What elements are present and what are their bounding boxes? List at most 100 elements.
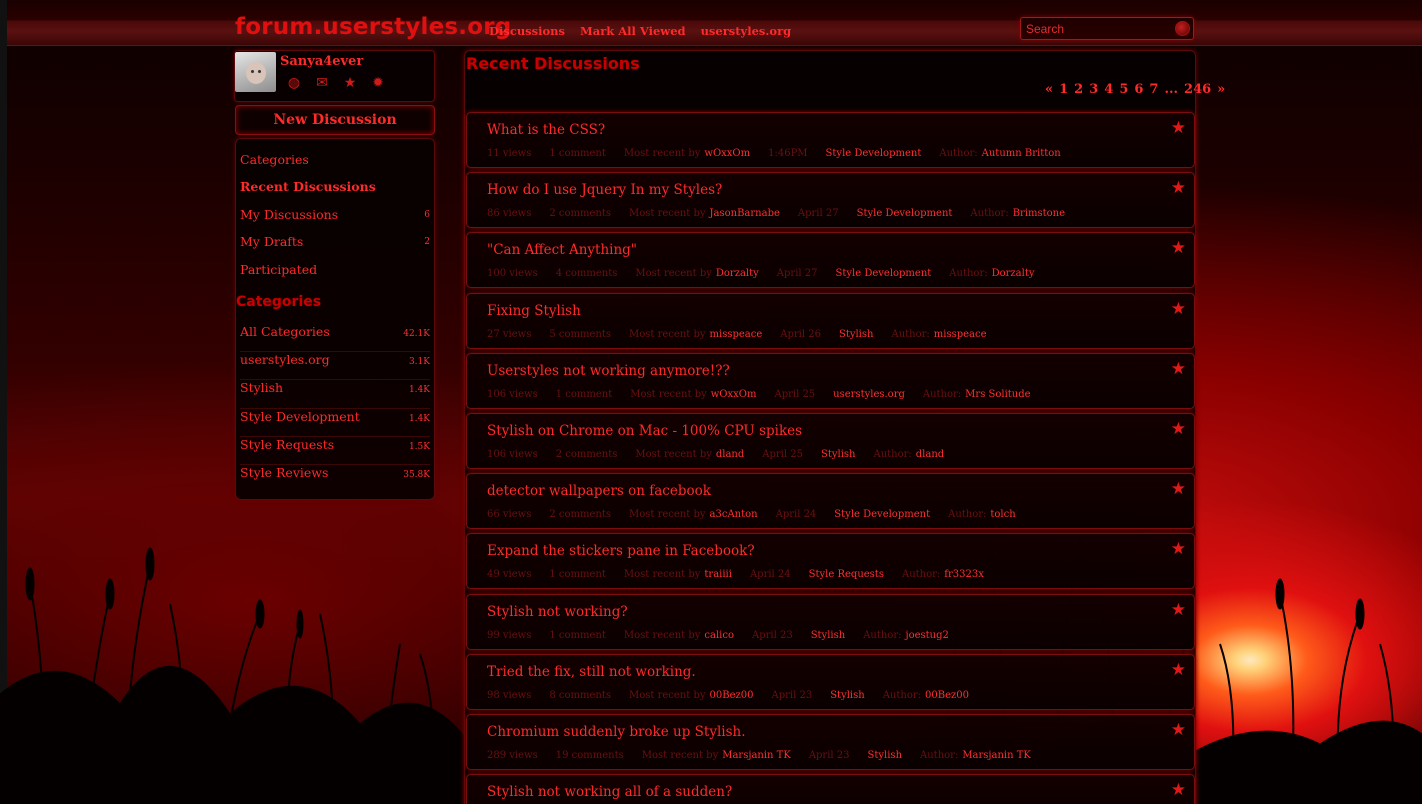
category-link[interactable]: Stylish: [839, 329, 874, 340]
nav-userstyles-link[interactable]: userstyles.org: [701, 24, 792, 38]
discussion-item[interactable]: Chromium suddenly broke up Stylish. ★ 289 …: [466, 713, 1195, 770]
site-logo[interactable]: forum.userstyles.org: [235, 14, 511, 40]
category-link[interactable]: Stylish: [868, 750, 903, 761]
author-name[interactable]: Mrs Solitude: [965, 389, 1030, 400]
discussion-item[interactable]: Tried the fix, still not working. ★ 98 vie…: [466, 653, 1195, 710]
bookmark-star-icon[interactable]: ★: [1171, 238, 1186, 258]
most-recent-user[interactable]: misspeace: [710, 329, 763, 340]
discussion-title[interactable]: Fixing Stylish: [487, 303, 581, 319]
bookmark-star-icon[interactable]: ★: [1171, 299, 1186, 319]
discussion-item[interactable]: Userstyles not working anymore!?? ★ 106 vi…: [466, 352, 1195, 409]
discussion-item[interactable]: What is the CSS? ★ 11 views 1 comment Most r…: [466, 112, 1195, 168]
pager-prev[interactable]: «: [1045, 82, 1053, 97]
discussion-item[interactable]: Fixing Stylish ★ 27 views 5 comments Most re…: [466, 292, 1195, 349]
category-link[interactable]: Stylish: [821, 449, 856, 460]
gear-icon[interactable]: ✹: [370, 75, 386, 91]
pager-next[interactable]: »: [1217, 82, 1225, 97]
category-link[interactable]: Style Development: [834, 509, 930, 520]
nav-mark-all-viewed-link[interactable]: Mark All Viewed: [580, 24, 686, 38]
sidebar-item-categories[interactable]: Categories: [240, 152, 430, 179]
sidebar-item-my-discussions[interactable]: My Discussions 6: [240, 207, 430, 234]
most-recent-user[interactable]: traiiii: [704, 569, 732, 580]
pager-page[interactable]: 4: [1104, 82, 1113, 97]
author-name[interactable]: fr3323x: [944, 569, 984, 580]
pager-page[interactable]: 3: [1089, 82, 1098, 97]
pager-page[interactable]: 6: [1134, 82, 1143, 97]
bookmark-star-icon[interactable]: ★: [1171, 720, 1186, 740]
author-name[interactable]: Marsjanin TK: [962, 750, 1031, 761]
search-input[interactable]: [1021, 18, 1171, 40]
discussion-title[interactable]: What is the CSS?: [487, 122, 605, 138]
discussion-item[interactable]: How do I use Jquery In my Styles? ★ 86 vie…: [466, 172, 1195, 229]
bookmark-star-icon[interactable]: ★: [1171, 479, 1186, 499]
discussion-title[interactable]: Stylish not working all of a sudden?: [487, 784, 732, 800]
category-link[interactable]: Style Development: [826, 148, 922, 159]
discussion-item[interactable]: detector wallpapers on facebook ★ 66 views…: [466, 473, 1195, 530]
most-recent-user[interactable]: Marsjanin TK: [722, 750, 791, 761]
category-link[interactable]: Style Development: [836, 268, 932, 279]
most-recent-user[interactable]: wOxxOm: [711, 389, 757, 400]
avatar[interactable]: [235, 52, 276, 92]
most-recent-user[interactable]: wOxxOm: [704, 148, 750, 159]
category-link[interactable]: userstyles.org: [833, 389, 905, 400]
most-recent-user[interactable]: 00Bez00: [710, 690, 754, 701]
discussion-item[interactable]: Stylish on Chrome on Mac - 100% CPU spik…: [466, 412, 1195, 469]
sidebar-item-recent-discussions[interactable]: Recent Discussions: [240, 179, 430, 206]
discussion-title[interactable]: detector wallpapers on facebook: [487, 483, 711, 499]
bookmark-star-icon[interactable]: ★: [1171, 419, 1186, 439]
bookmark-star-icon[interactable]: ★: [1171, 600, 1186, 620]
category-item[interactable]: userstyles.org 3.1K: [240, 352, 430, 381]
star-icon[interactable]: ★: [342, 75, 358, 91]
new-discussion-button[interactable]: New Discussion: [235, 105, 435, 135]
author-name[interactable]: Autumn Britton: [982, 148, 1061, 159]
discussion-title[interactable]: Stylish on Chrome on Mac - 100% CPU spik…: [487, 423, 802, 439]
pager-page[interactable]: 1: [1059, 82, 1068, 97]
discussion-item[interactable]: Expand the stickers pane in Facebook? ★ 49…: [466, 533, 1195, 590]
sidebar-item-participated[interactable]: Participated: [240, 262, 430, 289]
category-item[interactable]: Style Reviews 35.8K: [240, 465, 430, 493]
discussion-title[interactable]: Expand the stickers pane in Facebook?: [487, 543, 755, 559]
most-recent-user[interactable]: JasonBarnabe: [710, 208, 780, 219]
discussion-item[interactable]: Stylish not working all of a sudden? ★: [466, 774, 1195, 804]
discussion-title[interactable]: Chromium suddenly broke up Stylish.: [487, 724, 746, 740]
category-item[interactable]: Stylish 1.4K: [240, 380, 430, 409]
search-go-icon[interactable]: [1175, 21, 1190, 36]
author-name[interactable]: Dorzalty: [992, 268, 1035, 279]
discussion-item[interactable]: Stylish not working? ★ 99 views 1 comment Mo…: [466, 593, 1195, 650]
bookmark-star-icon[interactable]: ★: [1171, 780, 1186, 800]
most-recent-user[interactable]: dland: [716, 449, 744, 460]
discussion-title[interactable]: Tried the fix, still not working.: [487, 664, 696, 680]
bookmark-star-icon[interactable]: ★: [1171, 178, 1186, 198]
sidebar-item-my-drafts[interactable]: My Drafts 2: [240, 234, 430, 261]
author-name[interactable]: joestug2: [905, 630, 948, 641]
discussion-title[interactable]: Userstyles not working anymore!??: [487, 363, 730, 379]
author-name[interactable]: dland: [916, 449, 944, 460]
category-link[interactable]: Style Development: [857, 208, 953, 219]
discussion-title[interactable]: Stylish not working?: [487, 604, 628, 620]
discussion-title[interactable]: How do I use Jquery In my Styles?: [487, 182, 722, 198]
most-recent-user[interactable]: calico: [704, 630, 734, 641]
username[interactable]: Sanya4ever: [280, 54, 363, 69]
bookmark-star-icon[interactable]: ★: [1171, 660, 1186, 680]
pager-page[interactable]: 7: [1149, 82, 1158, 97]
category-link[interactable]: Stylish: [830, 690, 865, 701]
pager-page[interactable]: 5: [1119, 82, 1128, 97]
discussion-title[interactable]: "Can Affect Anything": [487, 242, 637, 258]
author-name[interactable]: Brimstone: [1013, 208, 1065, 219]
nav-discussions-link[interactable]: Discussions: [489, 24, 565, 38]
discussion-item[interactable]: "Can Affect Anything" ★ 100 views 4 comment…: [466, 232, 1195, 289]
globe-icon[interactable]: ◍: [286, 75, 302, 91]
bookmark-star-icon[interactable]: ★: [1171, 359, 1186, 379]
author-name[interactable]: tolch: [990, 509, 1015, 520]
category-link[interactable]: Stylish: [811, 630, 846, 641]
author-name[interactable]: 00Bez00: [925, 690, 969, 701]
category-item[interactable]: Style Development 1.4K: [240, 409, 430, 437]
most-recent-user[interactable]: a3cAnton: [710, 509, 758, 520]
category-item[interactable]: Style Requests 1.5K: [240, 437, 430, 465]
category-link[interactable]: Style Requests: [809, 569, 884, 580]
pager-last[interactable]: 246: [1184, 82, 1211, 97]
bookmark-star-icon[interactable]: ★: [1171, 539, 1186, 559]
mail-icon[interactable]: ✉: [314, 75, 330, 91]
pager-page[interactable]: 2: [1074, 82, 1083, 97]
bookmark-star-icon[interactable]: ★: [1171, 118, 1186, 138]
